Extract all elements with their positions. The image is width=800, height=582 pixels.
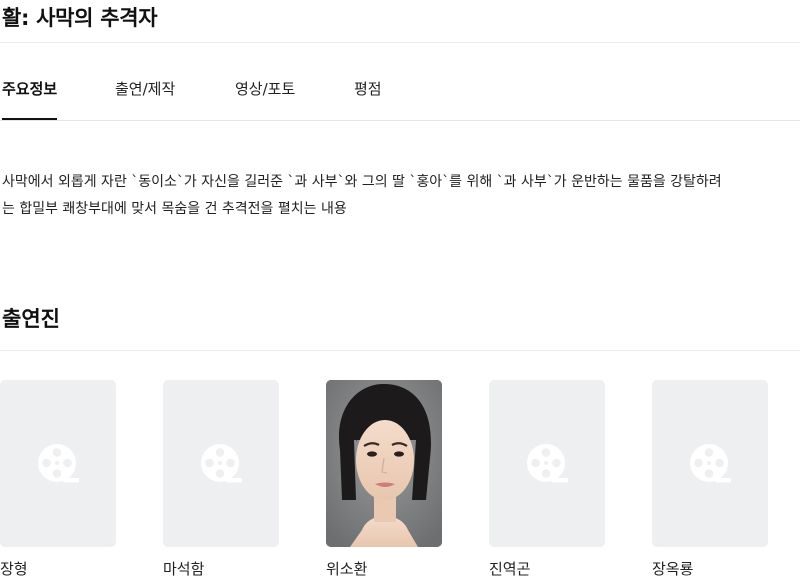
cast-name[interactable]: 위소환 <box>326 558 367 579</box>
page-title: 활: 사막의 추격자 <box>2 6 158 30</box>
cast-name[interactable]: 장옥룡 <box>652 558 693 579</box>
cast-card[interactable]: 장형 <box>0 380 116 578</box>
synopsis-line-2: 는 합밀부 쾌창부대에 맞서 목숨을 건 추격전을 펼치는 내용 <box>2 201 347 217</box>
tab-rating[interactable]: 평점 <box>354 78 382 119</box>
tab-video-photo[interactable]: 영상/포토 <box>235 78 295 119</box>
film-reel-icon <box>38 444 79 483</box>
tab-main-info[interactable]: 주요정보 <box>2 78 58 120</box>
cast-card[interactable]: 진역곤 <box>489 380 605 578</box>
film-reel-icon <box>690 444 731 483</box>
film-reel-icon <box>201 444 242 483</box>
tab-cast-production[interactable]: 출연/제작 <box>115 78 175 119</box>
cast-photo-placeholder <box>163 380 279 547</box>
cast-photo-placeholder <box>489 380 605 547</box>
synopsis-line-1: 사막에서 외롭게 자란 `동이소`가 자신을 길러준 `과 사부`와 그의 딸 … <box>2 174 722 190</box>
film-reel-icon <box>527 444 568 483</box>
tab-bar: 주요정보 출연/제작 영상/포토 평점 <box>0 78 800 121</box>
cast-photo-placeholder <box>652 380 768 547</box>
cast-name[interactable]: 진역곤 <box>489 558 530 579</box>
portrait-image <box>326 380 442 547</box>
cast-photo-placeholder <box>0 380 116 547</box>
cast-heading: 출연진 <box>2 307 60 331</box>
synopsis-text: 사막에서 외롭게 자란 `동이소`가 자신을 길러준 `과 사부`와 그의 딸 … <box>2 169 798 223</box>
cast-card[interactable]: 마석함 <box>163 380 279 578</box>
cast-card[interactable]: 위소환 <box>326 380 442 578</box>
actor-portrait <box>326 380 442 547</box>
header-divider <box>0 42 800 43</box>
cast-name[interactable]: 장형 <box>0 558 28 579</box>
cast-card[interactable]: 장옥룡 <box>652 380 768 578</box>
cast-divider <box>0 350 800 351</box>
cast-name[interactable]: 마석함 <box>163 558 204 579</box>
